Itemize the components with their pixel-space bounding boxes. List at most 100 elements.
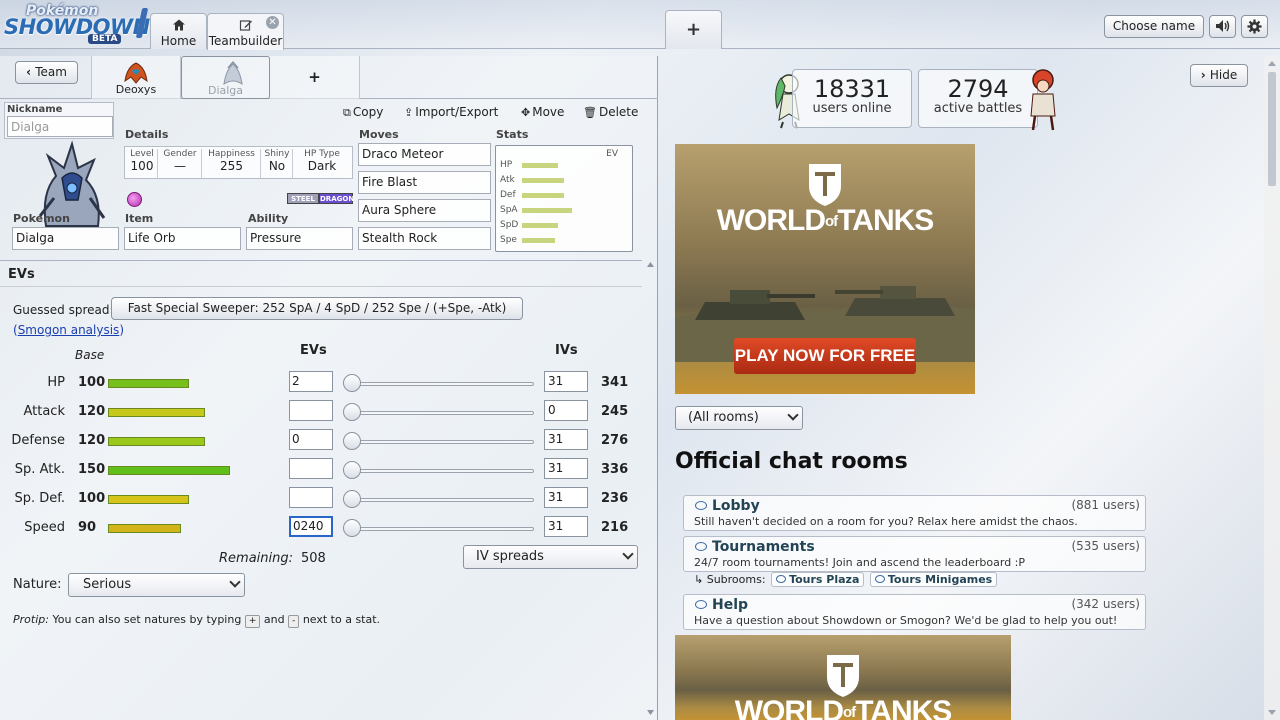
play-now-button[interactable]: PLAY NOW FOR FREE <box>734 338 916 374</box>
move-1-input[interactable]: Draco Meteor <box>358 143 491 166</box>
chevron-left-icon: ‹ <box>26 65 36 79</box>
ev-input[interactable] <box>289 458 333 479</box>
detail-level-label: Level <box>130 149 154 159</box>
ev-input[interactable] <box>289 400 333 421</box>
ev-slider-handle[interactable] <box>343 432 361 450</box>
ev-slider-track[interactable] <box>352 411 534 415</box>
ev-panel-scrollbar[interactable] <box>643 258 658 720</box>
volume-icon <box>1215 20 1229 32</box>
iv-input[interactable]: 0 <box>544 400 588 421</box>
iv-input[interactable]: 31 <box>544 458 588 479</box>
item-label: Item <box>125 212 154 225</box>
iv-input[interactable]: 31 <box>544 487 588 508</box>
ev-slider-handle[interactable] <box>343 374 361 392</box>
mon-tab-dialga[interactable]: Dialga <box>181 56 270 99</box>
delete-button[interactable]: 🗑 Delete <box>583 105 638 119</box>
ev-slider-track[interactable] <box>352 382 534 386</box>
room-help-users: (342 users) <box>1071 597 1140 611</box>
iv-input[interactable]: 31 <box>544 429 588 450</box>
move-3-input[interactable]: Aura Sphere <box>358 199 491 222</box>
stat-total: 216 <box>601 520 629 535</box>
chat-bubble-icon <box>776 575 787 583</box>
pokemon-input[interactable]: Dialga <box>12 227 119 250</box>
room-tournaments[interactable]: Tournaments (535 users) 24/7 room tourna… <box>683 536 1146 572</box>
import-export-button[interactable]: ⇪ Import/Export <box>404 105 498 119</box>
pokemon-label: Pokemon <box>13 212 70 225</box>
base-column-header: Base <box>75 348 105 362</box>
back-to-team-button[interactable]: ‹ Team <box>15 61 78 84</box>
users-online-box[interactable]: 18331 users online <box>792 69 912 128</box>
official-rooms-heading: Official chat rooms <box>675 449 908 474</box>
hide-button[interactable]: › Hide <box>1190 64 1248 87</box>
detail-happiness-label: Happiness <box>208 149 255 159</box>
close-tab-icon[interactable]: ✕ <box>266 16 279 29</box>
protip-label: Protip: <box>13 613 49 626</box>
new-tab-button[interactable]: + <box>665 10 722 49</box>
iv-spreads-select[interactable]: IV spreads <box>463 545 638 569</box>
room-help[interactable]: Help (342 users) Have a question about S… <box>683 594 1146 630</box>
move-2-input[interactable]: Fire Blast <box>358 171 491 194</box>
ev-slider-handle[interactable] <box>343 519 361 537</box>
showdown-logo[interactable]: Pokémon SHOWDOWN BETA <box>4 3 150 46</box>
ev-input[interactable]: 0 <box>289 429 333 450</box>
ability-label: Ability <box>248 212 289 225</box>
smogon-analysis-link[interactable]: Smogon analysis <box>18 323 120 337</box>
evs-column-header: EVs <box>300 343 327 358</box>
nickname-group: Nickname Dialga <box>4 102 114 139</box>
ev-input[interactable]: 0240 <box>289 516 333 537</box>
nickname-input[interactable]: Dialga <box>7 116 113 137</box>
hide-label: Hide <box>1209 68 1238 82</box>
ev-slider-handle[interactable] <box>343 461 361 479</box>
ev-slider-track[interactable] <box>352 469 534 473</box>
guessed-spread-button[interactable]: Fast Special Sweeper: 252 SpA / 4 SpD / … <box>111 297 523 320</box>
stat-total: 336 <box>601 462 629 477</box>
stat-name: Attack <box>23 404 65 419</box>
ev-input[interactable]: 2 <box>289 371 333 392</box>
stat-name: HP <box>47 375 65 390</box>
choose-name-button[interactable]: Choose name <box>1104 15 1204 38</box>
tab-home[interactable]: Home <box>150 13 207 49</box>
iv-input[interactable]: 31 <box>544 516 588 537</box>
ev-slider-handle[interactable] <box>343 403 361 421</box>
ev-slider-track[interactable] <box>352 527 534 531</box>
users-online-count: 18331 <box>813 75 891 103</box>
base-stat-value: 120 <box>78 404 106 419</box>
details-box[interactable]: Level 100 Gender — Happiness 255 Shiny No HP… <box>124 146 353 179</box>
room-tournaments-title: Tournaments <box>695 539 815 555</box>
room-filter-select[interactable]: (All rooms) <box>675 406 803 430</box>
stat-total: 341 <box>601 375 629 390</box>
volume-button[interactable] <box>1209 15 1236 38</box>
stat-name: Speed <box>24 520 65 535</box>
deoxys-sprite-icon <box>124 62 148 84</box>
ev-input[interactable] <box>289 487 333 508</box>
nature-select[interactable]: Serious <box>68 573 245 597</box>
active-battles-box[interactable]: 2794 active battles <box>918 69 1038 128</box>
tab-teambuilder[interactable]: Teambuilder ✕ <box>207 13 284 50</box>
ev-slider-track[interactable] <box>352 498 534 502</box>
room-lobby[interactable]: Lobby (881 users) Still haven't decided … <box>683 495 1146 531</box>
move-4-input[interactable]: Stealth Rock <box>358 227 491 250</box>
evs-heading: EVs <box>0 260 642 287</box>
item-input[interactable]: Life Orb <box>124 227 241 250</box>
room-help-title: Help <box>695 597 748 613</box>
ev-slider-handle[interactable] <box>343 490 361 508</box>
page-scrollbar[interactable] <box>1264 56 1280 720</box>
wot-brand-line1: WORLD <box>716 204 826 237</box>
gear-icon <box>1247 19 1262 34</box>
stats-button[interactable]: EV HP Atk Def SpA SpD Spe <box>495 145 633 252</box>
world-of-tanks-ad-2[interactable]: WORLDofTANKS <box>675 635 1011 720</box>
settings-button[interactable] <box>1241 15 1268 38</box>
move-button[interactable]: ✥ Move <box>521 105 564 119</box>
stat-total: 245 <box>601 404 629 419</box>
ability-input[interactable]: Pressure <box>246 227 353 250</box>
mon-tab-deoxys[interactable]: Deoxys <box>91 56 181 99</box>
world-of-tanks-ad[interactable]: WORLDofTANKS PLAY NOW FOR FREE <box>675 144 975 394</box>
subroom-tours-plaza[interactable]: Tours Plaza <box>771 572 865 587</box>
ev-slider-track[interactable] <box>352 440 534 444</box>
subroom-tours-minigames[interactable]: Tours Minigames <box>869 572 998 587</box>
logo-line2: SHOWDOWN <box>4 15 150 39</box>
copy-button[interactable]: ⧉ Copy <box>343 105 383 120</box>
add-pokemon-button[interactable]: + <box>270 56 360 99</box>
base-stat-bar <box>108 437 205 446</box>
iv-input[interactable]: 31 <box>544 371 588 392</box>
